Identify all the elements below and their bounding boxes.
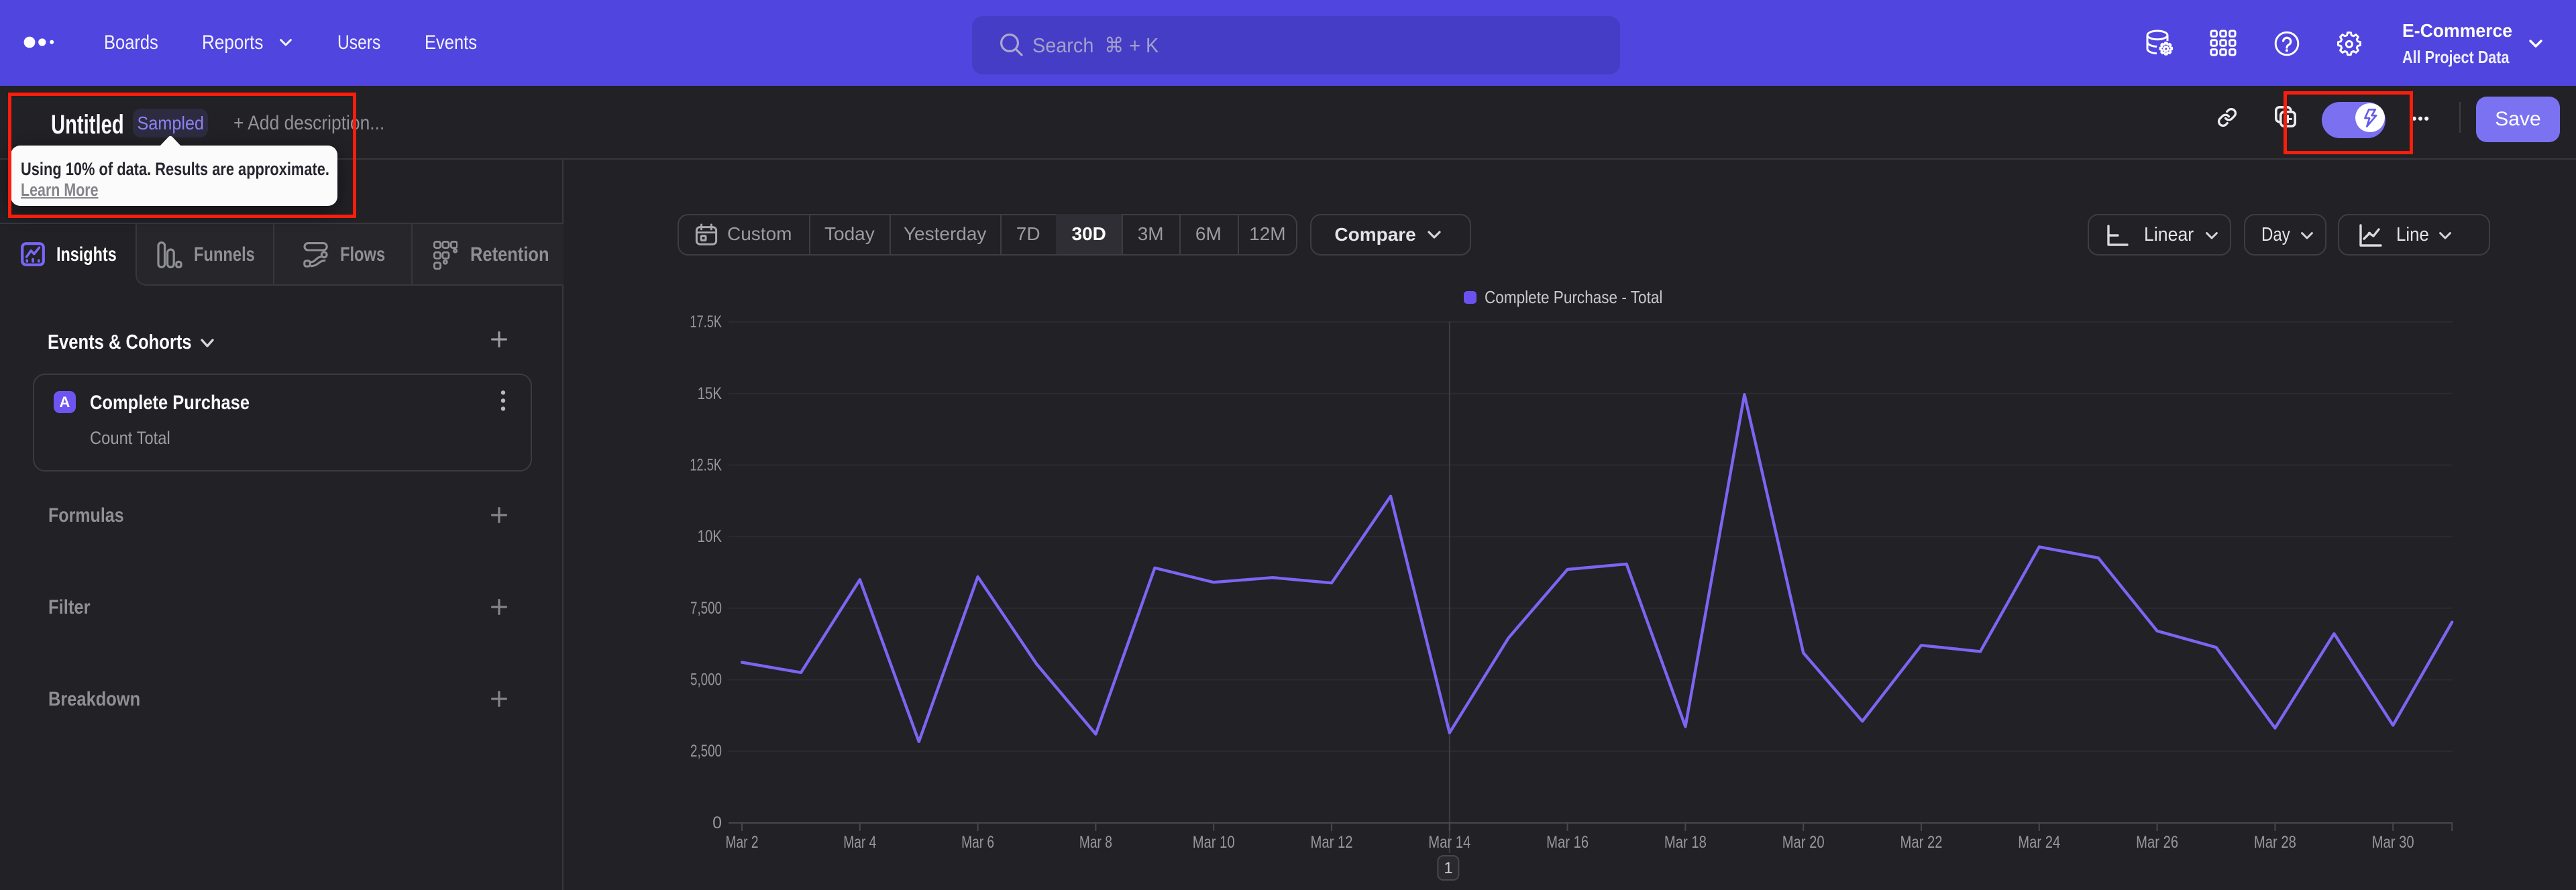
svg-text:Mar 24: Mar 24 (2018, 833, 2060, 852)
svg-text:Mar 12: Mar 12 (1311, 833, 1353, 852)
svg-text:17.5K: 17.5K (690, 313, 722, 331)
svg-text:Mar 6: Mar 6 (961, 833, 994, 852)
svg-text:Mar 28: Mar 28 (2254, 833, 2296, 852)
svg-text:Mar 4: Mar 4 (843, 833, 876, 852)
svg-text:0: 0 (712, 814, 722, 832)
svg-text:Mar 30: Mar 30 (2372, 833, 2414, 852)
svg-text:12.5K: 12.5K (690, 455, 722, 474)
svg-text:10K: 10K (698, 527, 722, 546)
svg-text:Mar 18: Mar 18 (1664, 833, 1707, 852)
svg-text:15K: 15K (698, 384, 722, 403)
svg-text:Mar 2: Mar 2 (726, 833, 759, 852)
svg-text:2,500: 2,500 (690, 742, 722, 761)
svg-text:Mar 8: Mar 8 (1079, 833, 1112, 852)
svg-text:Mar 20: Mar 20 (1782, 833, 1825, 852)
svg-text:Mar 16: Mar 16 (1546, 833, 1589, 852)
svg-text:Mar 14: Mar 14 (1428, 833, 1470, 852)
svg-text:1: 1 (1444, 859, 1452, 877)
svg-text:7,500: 7,500 (690, 599, 722, 618)
svg-text:Mar 22: Mar 22 (1900, 833, 1943, 852)
svg-text:5,000: 5,000 (690, 671, 722, 689)
svg-text:Mar 26: Mar 26 (2136, 833, 2178, 852)
svg-text:Mar 10: Mar 10 (1193, 833, 1235, 852)
svg-text:Complete Purchase - Total: Complete Purchase - Total (1485, 287, 1662, 307)
